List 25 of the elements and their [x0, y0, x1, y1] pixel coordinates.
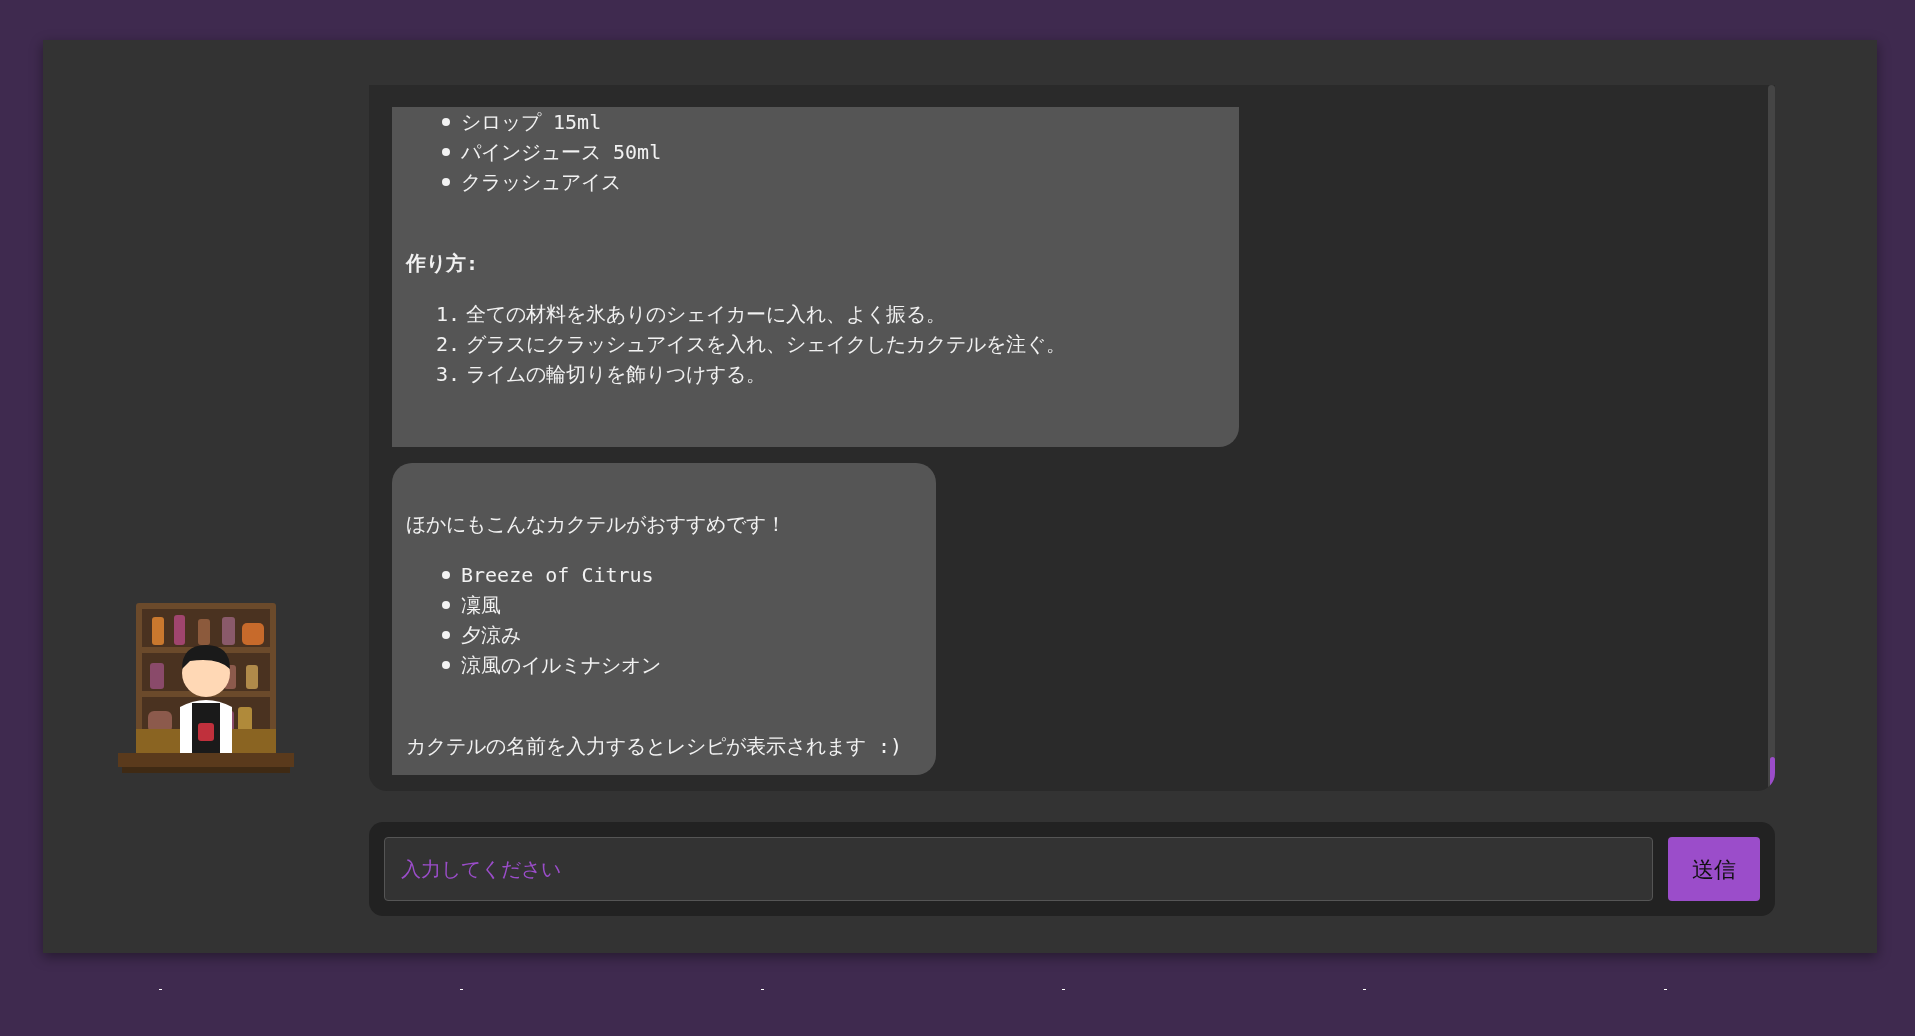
list-item-text: グラスにクラッシュアイスを入れ、シェイクしたカクテルを注ぐ。: [466, 331, 1066, 358]
list-item-text: パインジュース 50ml: [461, 139, 662, 166]
list-item-text: Breeze of Citrus: [461, 562, 654, 589]
step-number: 3.: [436, 361, 460, 388]
bullet-icon: [442, 601, 450, 609]
send-button[interactable]: 送信: [1668, 837, 1760, 901]
bullet-icon: [442, 178, 450, 186]
step-number: 2.: [436, 331, 460, 358]
section-heading: 作り方:: [406, 250, 480, 277]
bullet-icon: [442, 571, 450, 579]
list-item-text: 全ての材料を氷ありのシェイカーに入れ、よく振る。: [466, 301, 946, 328]
step-number: 1.: [436, 301, 460, 328]
message-text: ほかにもこんなカクテルがおすすめです！: [406, 511, 787, 538]
bullet-icon: [442, 148, 450, 156]
list-item-text: ライムの輪切りを飾りつけする。: [466, 361, 766, 388]
list-item-text: シロップ 15ml: [461, 109, 602, 136]
bullet-icon: [442, 661, 450, 669]
bullet-icon: [442, 118, 450, 126]
bullet-icon: [442, 631, 450, 639]
list-item-text: 涼風のイルミナシオン: [461, 652, 661, 679]
list-item-text: クラッシュアイス: [461, 169, 621, 196]
list-item-text: 凜風: [461, 592, 501, 619]
message-text: カクテルの名前を入力するとレシピが表示されます :): [406, 733, 904, 760]
list-item-text: 夕涼み: [461, 622, 521, 649]
message-input[interactable]: 入力してください: [384, 837, 1653, 901]
